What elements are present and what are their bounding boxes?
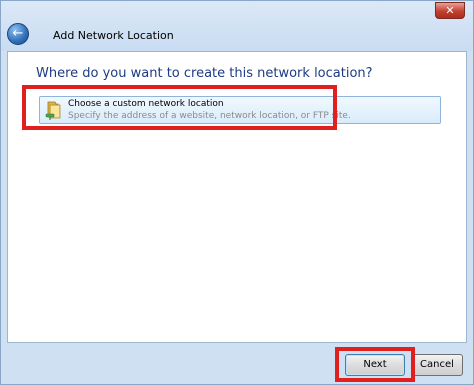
cancel-button[interactable]: Cancel bbox=[411, 354, 463, 376]
close-icon: ✕ bbox=[445, 4, 455, 17]
highlight-box-option bbox=[22, 85, 337, 130]
page-heading: Where do you want to create this network… bbox=[36, 66, 373, 81]
title-bar: ✕ ← Add Network Location bbox=[1, 1, 473, 51]
highlight-box-next bbox=[335, 347, 415, 382]
close-button[interactable]: ✕ bbox=[435, 2, 465, 19]
back-arrow-icon: ← bbox=[12, 26, 24, 41]
add-network-location-window: ✕ ← Add Network Location Where do you wa… bbox=[0, 0, 474, 385]
back-button[interactable]: ← bbox=[7, 23, 29, 45]
wizard-title: Add Network Location bbox=[53, 29, 174, 42]
